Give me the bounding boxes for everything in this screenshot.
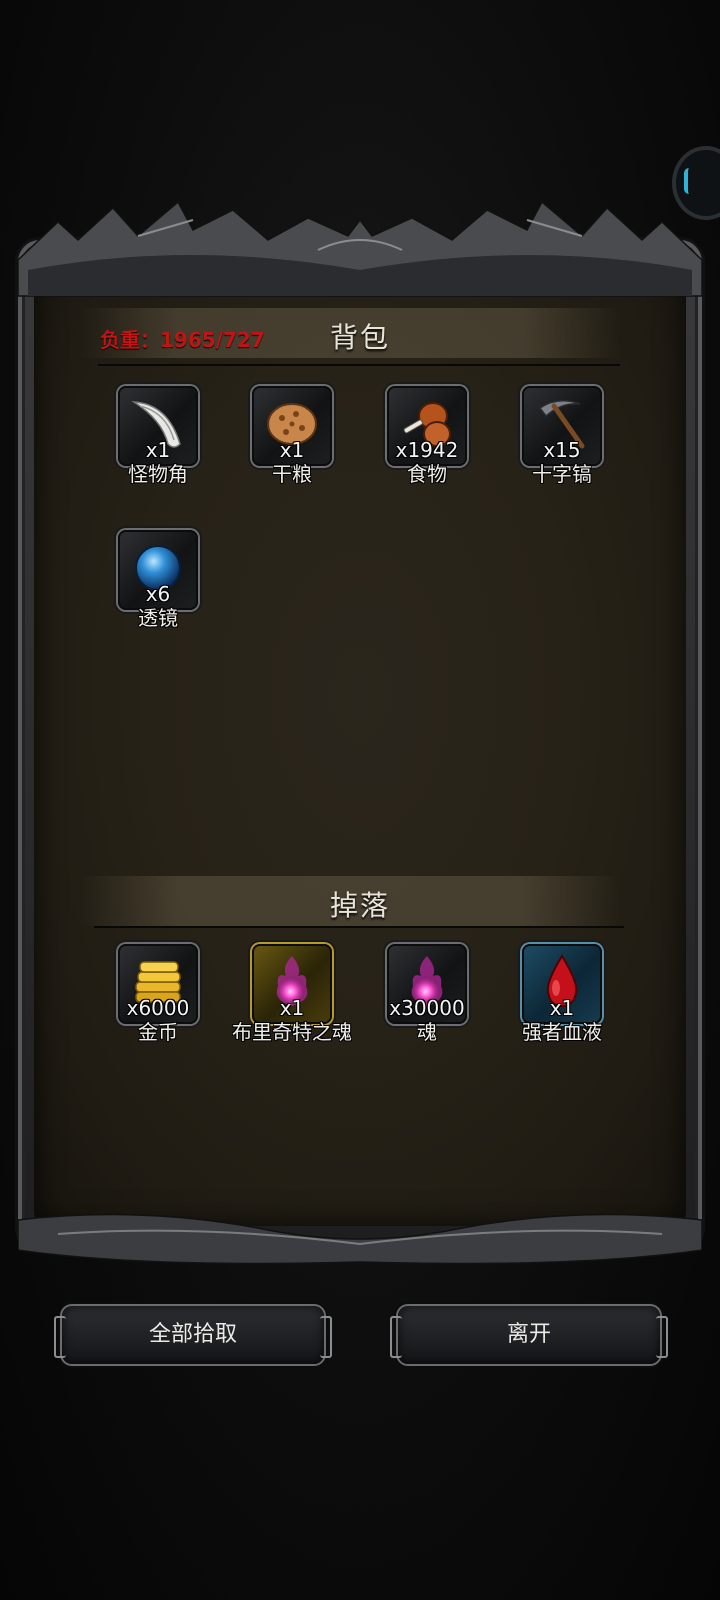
item-slot[interactable]: x1: [522, 944, 602, 1024]
inventory-item-dry-food[interactable]: x1 干粮: [225, 386, 359, 487]
item-quantity: x1: [145, 438, 171, 462]
item-quantity: x6: [145, 582, 171, 606]
item-slot[interactable]: x6: [118, 530, 198, 610]
inventory-item-lens[interactable]: x6 透镜: [91, 530, 225, 631]
drops-divider: [94, 926, 624, 928]
item-slot[interactable]: x1: [252, 386, 332, 466]
item-quantity: x1: [549, 996, 575, 1020]
item-quantity: x15: [543, 438, 581, 462]
item-name: 食物: [407, 462, 447, 486]
item-slot[interactable]: x15: [522, 386, 602, 466]
drop-item-strong-blood[interactable]: x1 强者血液: [495, 944, 629, 1045]
drop-item-soul[interactable]: x30000 魂: [360, 944, 494, 1045]
item-name: 怪物角: [128, 462, 188, 486]
drops-title: 掉落: [329, 889, 390, 922]
drop-item-bridget-soul[interactable]: x1 布里奇特之魂: [225, 944, 359, 1045]
inventory-item-monster-horn[interactable]: x1 怪物角: [91, 386, 225, 487]
item-quantity: x1942: [395, 438, 459, 462]
item-slot[interactable]: x6000: [118, 944, 198, 1024]
item-quantity: x1: [279, 438, 305, 462]
item-name: 魂: [417, 1020, 437, 1044]
item-name: 透镜: [138, 606, 178, 630]
loot-frame: [18, 200, 702, 1270]
item-slot[interactable]: x1942: [387, 386, 467, 466]
inventory-divider: [98, 364, 620, 366]
item-slot[interactable]: x1: [118, 386, 198, 466]
leave-button[interactable]: 离开: [390, 1306, 668, 1364]
item-name: 十字镐: [532, 462, 592, 486]
drop-item-gold[interactable]: x6000 金币: [91, 944, 225, 1045]
item-slot[interactable]: x30000: [387, 944, 467, 1024]
item-name: 干粮: [272, 462, 312, 486]
item-quantity: x1: [279, 996, 305, 1020]
item-name: 布里奇特之魂: [232, 1020, 352, 1044]
inventory-item-food[interactable]: x1942 食物: [360, 386, 494, 487]
pick-all-button[interactable]: 全部拾取: [54, 1306, 332, 1364]
frame-bottom-ornament: [18, 1213, 702, 1265]
item-slot[interactable]: x1: [252, 944, 332, 1024]
inventory-title: 背包: [329, 321, 390, 354]
item-quantity: x6000: [126, 996, 190, 1020]
item-name: 金币: [138, 1020, 178, 1044]
item-quantity: x30000: [389, 996, 465, 1020]
item-name: 强者血液: [522, 1020, 602, 1044]
frame-top-ornament: [18, 200, 702, 297]
inventory-item-pickaxe[interactable]: x15 十字镐: [495, 386, 629, 487]
